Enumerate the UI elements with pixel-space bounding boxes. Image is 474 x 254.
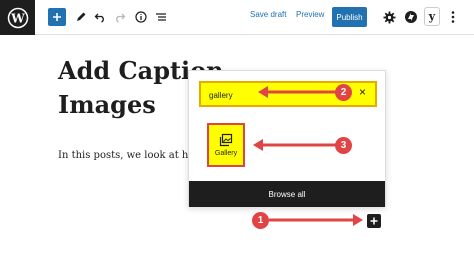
- arrow-head-search: [258, 86, 268, 98]
- arrow-head-gallery: [253, 139, 263, 151]
- step-2-badge: 2: [335, 84, 352, 101]
- step-1-badge: 1: [252, 212, 269, 229]
- step-3-badge: 3: [335, 137, 352, 154]
- annotation-arrows: [253, 86, 363, 226]
- arrow-head-add-block: [353, 214, 363, 226]
